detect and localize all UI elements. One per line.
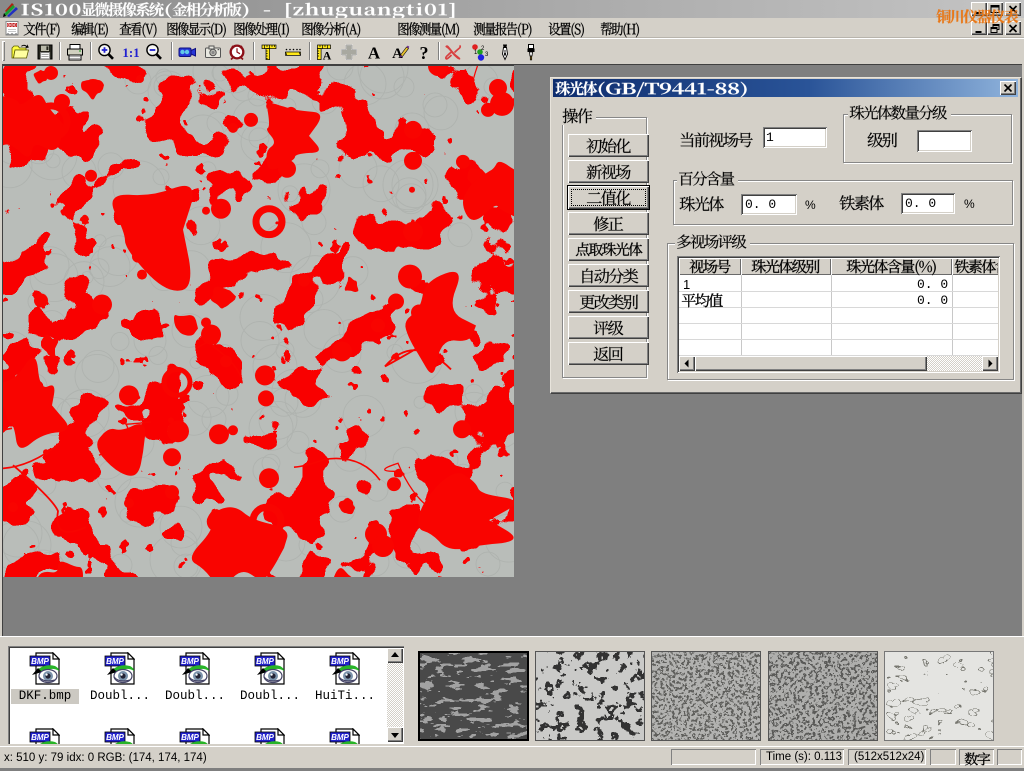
svg-text:BMP: BMP	[181, 657, 199, 666]
svg-text:BMP: BMP	[106, 733, 124, 742]
svg-text:3: 3	[485, 52, 489, 58]
svg-text:BMP: BMP	[106, 657, 124, 666]
svg-text:?: ?	[420, 43, 429, 62]
svg-text:A: A	[368, 44, 381, 63]
svg-text:BMP: BMP	[256, 733, 274, 742]
svg-text:BMP: BMP	[256, 657, 274, 666]
svg-text:BMP: BMP	[181, 733, 199, 742]
svg-text:BMP: BMP	[331, 657, 349, 666]
svg-text:1:1: 1:1	[122, 45, 139, 60]
svg-text:DOC: DOC	[7, 23, 16, 28]
svg-text:BMP: BMP	[31, 657, 49, 666]
svg-text:BMP: BMP	[31, 733, 49, 742]
svg-text:A: A	[323, 49, 332, 63]
svg-text:BMP: BMP	[331, 733, 349, 742]
